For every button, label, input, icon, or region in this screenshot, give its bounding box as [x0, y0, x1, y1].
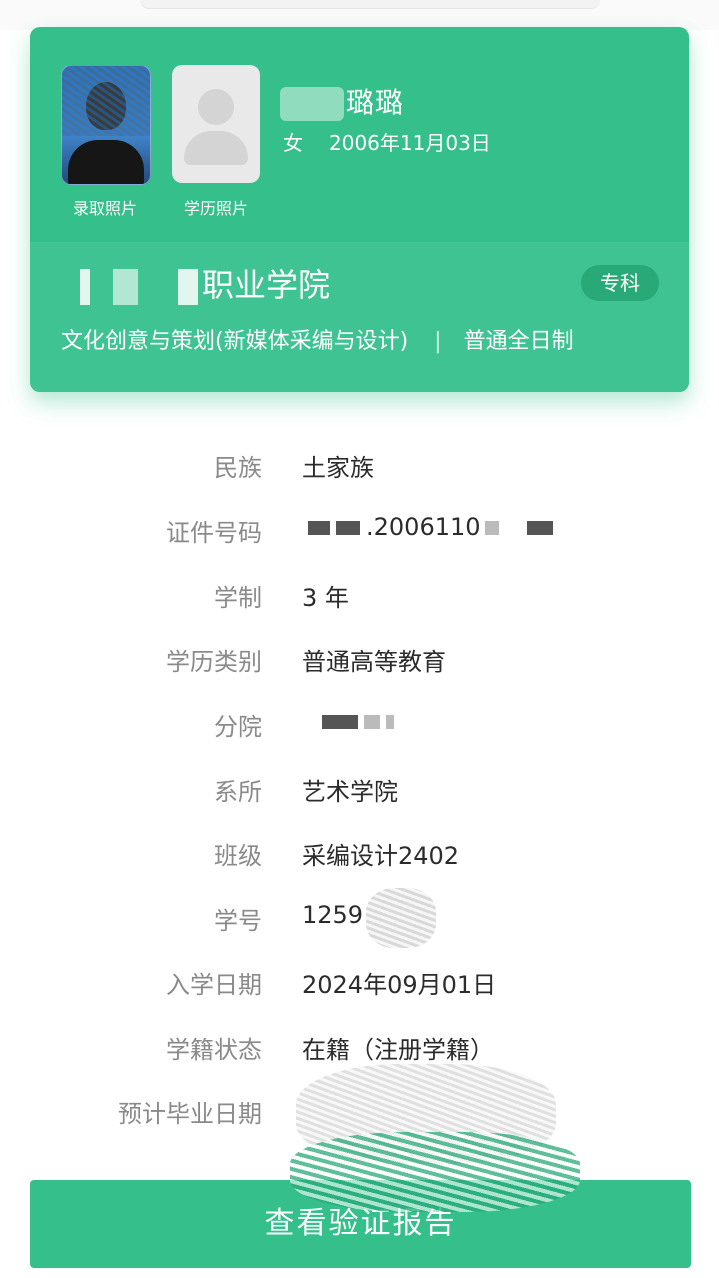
info-value: 艺术学院 — [302, 778, 398, 806]
school-name-text: 职业学院 — [202, 266, 331, 304]
button-redaction-scribble — [290, 1132, 580, 1212]
info-row-branch: 分院 — [0, 707, 719, 747]
student-status-card: 录取照片 学历照片 璐璐 女 2006年11月03日 职业学院 专科 文化创意与策… — [30, 27, 689, 392]
birth-date: 2006年11月03日 — [329, 131, 491, 155]
info-row-ethnicity: 民族 土家族 — [0, 448, 719, 488]
branch-redaction — [386, 715, 394, 729]
branch-redaction — [322, 715, 358, 729]
info-row-department: 系所 艺术学院 — [0, 772, 719, 812]
admission-photo[interactable] — [61, 65, 151, 185]
info-label: 班级 — [214, 842, 262, 870]
id-redaction — [336, 521, 360, 535]
separator: | — [434, 329, 442, 354]
info-row-student-id: 学号 1259 — [0, 901, 719, 941]
education-photo[interactable] — [172, 65, 260, 183]
study-mode: 普通全日制 — [463, 329, 574, 354]
info-label: 分院 — [214, 713, 262, 741]
id-redaction — [526, 521, 553, 535]
info-row-id-number: 证件号码 .2006110 — [0, 513, 719, 553]
info-row-education-type: 学历类别 普通高等教育 — [0, 642, 719, 682]
major: 文化创意与策划(新媒体采编与设计) — [61, 329, 409, 354]
info-label: 系所 — [214, 778, 262, 806]
info-label: 学号 — [214, 907, 262, 935]
info-value: .2006110 — [308, 513, 559, 541]
student-name-text: 璐璐 — [346, 86, 405, 119]
major-and-study-mode: 文化创意与策划(新媒体采编与设计) | 普通全日制 — [61, 323, 574, 355]
info-value: 采编设计2402 — [302, 842, 460, 870]
education-photo-label: 学历照片 — [183, 199, 248, 218]
info-row-class: 班级 采编设计2402 — [0, 836, 719, 876]
school-name: 职业学院 — [68, 260, 330, 306]
student-id-redaction — [366, 888, 436, 948]
info-value: 普通高等教育 — [302, 648, 446, 676]
info-label: 预计毕业日期 — [118, 1100, 262, 1128]
avatar-placeholder-head-icon — [198, 89, 234, 125]
top-edge — [0, 0, 719, 30]
info-row-duration: 学制 3 年 — [0, 578, 719, 618]
admission-photo-body — [68, 140, 144, 184]
id-redaction — [308, 521, 330, 535]
gender-and-birthdate: 女 2006年11月03日 — [283, 127, 491, 156]
top-card-edge — [140, 0, 600, 9]
school-name-redaction — [68, 269, 198, 305]
admission-photo-redaction — [62, 66, 150, 136]
id-number-text: .2006110 — [366, 513, 481, 541]
admission-photo-label: 录取照片 — [72, 199, 137, 218]
info-value: 土家族 — [302, 454, 374, 482]
info-label: 民族 — [214, 454, 262, 482]
info-label: 证件号码 — [166, 519, 262, 547]
info-label: 学历类别 — [166, 648, 262, 676]
student-name: 璐璐 — [280, 81, 404, 121]
info-row-enrollment-date: 入学日期 2024年09月01日 — [0, 965, 719, 1005]
avatar-placeholder-body-icon — [184, 131, 248, 165]
info-label: 学制 — [214, 584, 262, 612]
id-redaction — [484, 521, 499, 535]
gender: 女 — [283, 131, 303, 155]
info-value: 2024年09月01日 — [302, 971, 497, 999]
info-value: 在籍（注册学籍） — [302, 1036, 494, 1064]
name-redaction — [280, 87, 344, 121]
info-row-enrollment-status: 学籍状态 在籍（注册学籍） — [0, 1030, 719, 1070]
info-label: 学籍状态 — [166, 1036, 262, 1064]
info-value: 3 年 — [302, 584, 349, 612]
branch-redaction — [364, 715, 380, 729]
info-value: 1259 — [302, 901, 364, 929]
education-level-badge: 专科 — [581, 265, 659, 301]
info-label: 入学日期 — [166, 971, 262, 999]
info-value — [322, 707, 400, 735]
